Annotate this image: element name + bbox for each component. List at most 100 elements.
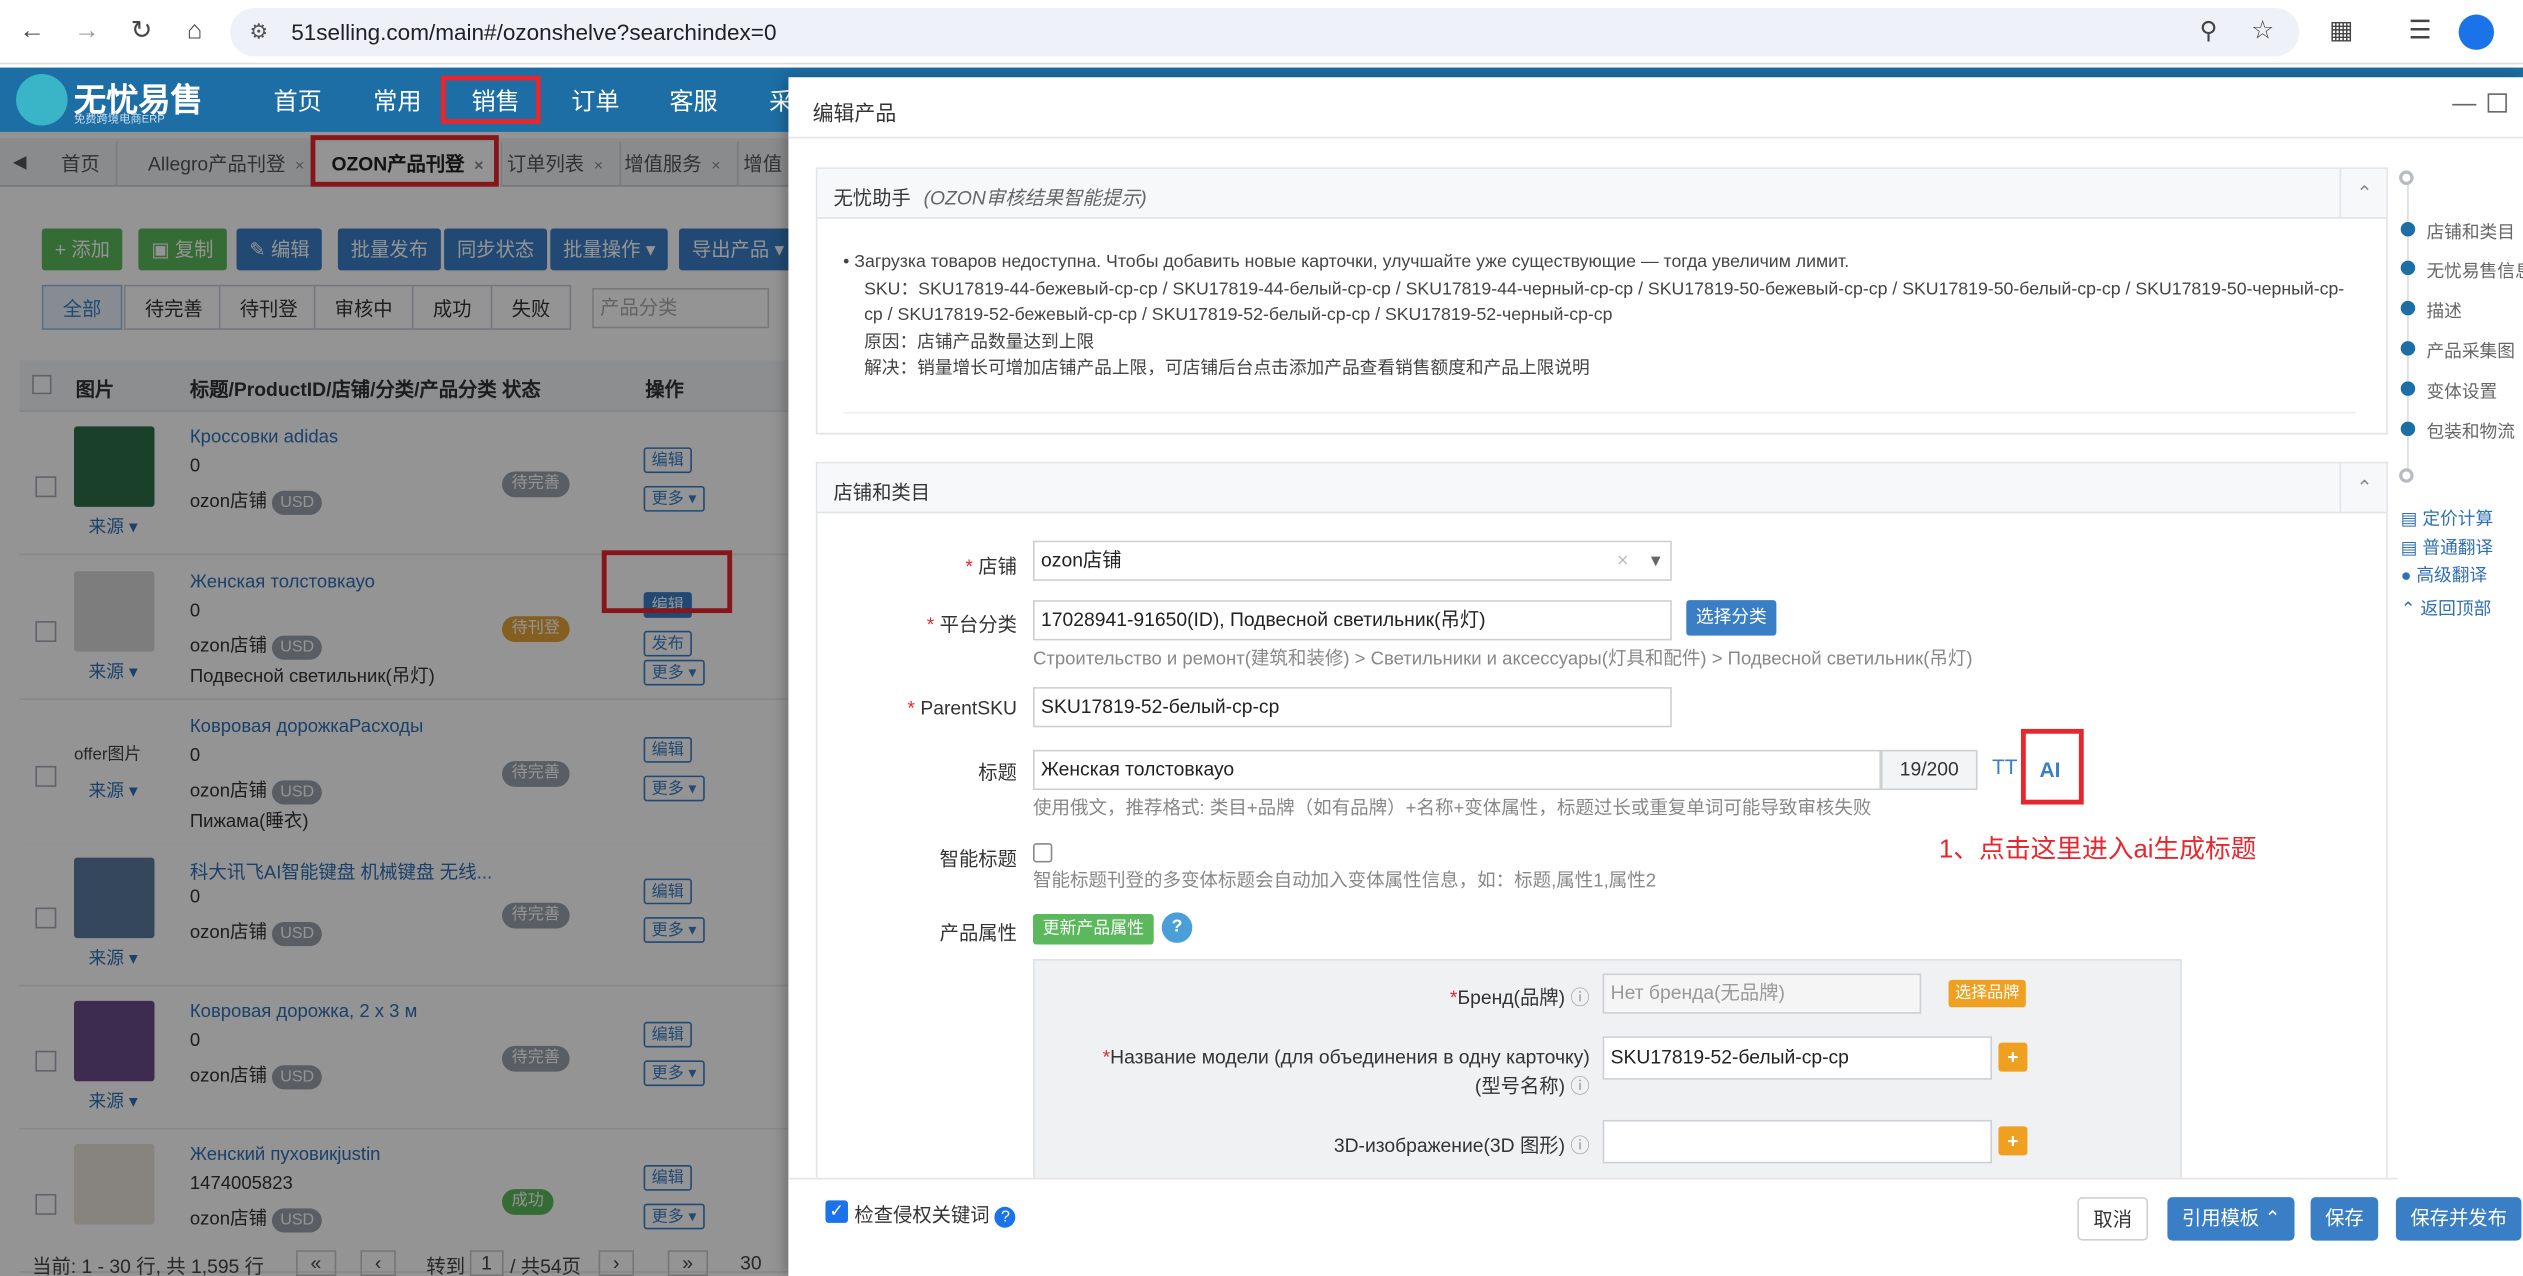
nav-packaging[interactable]: 包装和物流: [2426, 418, 2514, 444]
home-icon[interactable]: ⌂: [175, 13, 214, 52]
chat-icon: ●: [2400, 566, 2412, 586]
reload-icon[interactable]: ↻: [122, 13, 161, 52]
smart-title-hint: 智能标题刊登的多变体标题会自动加入变体属性信息，如：标题,属性1,属性2: [1033, 872, 1657, 892]
cancel-button[interactable]: 取消: [2077, 1197, 2149, 1241]
back-icon[interactable]: ←: [13, 13, 52, 52]
shop-value: ozon店铺: [1041, 548, 1122, 572]
title-tt-icon[interactable]: TT: [1992, 755, 2018, 779]
model-label-cn: (型号名称) ⓘ: [1030, 1072, 1590, 1099]
check-keywords-checkbox[interactable]: ✓: [825, 1200, 848, 1223]
title-hint: 使用俄文，推荐格式: 类目+品牌（如有品牌）+名称+变体属性，标题过长或重复单词…: [1033, 799, 1872, 820]
model-name-input[interactable]: SKU17819-52-белый-cp-cp: [1602, 1036, 1993, 1080]
template-label: 引用模板: [2181, 1206, 2260, 1230]
menu-home[interactable]: 首页: [274, 84, 322, 118]
maximize-icon[interactable]: [2487, 93, 2507, 113]
assistant-msg-text: Загрузка товаров недоступна. Чтобы добав…: [854, 252, 1850, 272]
nav-dot-top: [2399, 170, 2414, 186]
parent-sku-label: * ParentSKU: [907, 696, 1017, 720]
smart-title-label: 智能标题: [939, 847, 1017, 871]
attr-label: 产品属性: [939, 922, 1017, 945]
collapse-icon[interactable]: ⌃: [2339, 463, 2388, 514]
extensions-icon[interactable]: ▦: [2322, 13, 2361, 52]
platform-label: * 平台分类: [926, 613, 1017, 636]
brand-label-text: Бренд(品牌): [1457, 986, 1566, 1009]
select-brand-button[interactable]: 选择品牌: [1948, 979, 2026, 1008]
translate-icon: ▤: [2400, 539, 2418, 559]
help-icon[interactable]: ?: [1161, 912, 1193, 943]
nav-dot: [2400, 421, 2416, 437]
smart-title-checkbox[interactable]: [1033, 843, 1053, 863]
nav-dot: [2400, 260, 2416, 276]
platform-category-input[interactable]: 17028941-91650(ID), Подвесной светильник…: [1033, 600, 1672, 641]
title-count: 19/200: [1880, 749, 1978, 791]
menu-common[interactable]: 常用: [373, 84, 421, 118]
nav-dot: [2400, 300, 2416, 316]
logo-subtitle: 免费跨境电商ERP: [74, 114, 165, 126]
highlight-sales-menu: [440, 75, 541, 124]
img3d-label-text: 3D-изображение(3D 图形): [1333, 1134, 1566, 1157]
shop-category-title: 店铺和类目: [833, 481, 931, 504]
assistant-sku: SKU：SKU17819-44-бежевый-cp-cp / SKU17819…: [864, 279, 2345, 326]
select-category-button[interactable]: 选择分类: [1686, 600, 1777, 636]
site-info-icon[interactable]: ⚙: [249, 19, 268, 45]
nav-variants[interactable]: 变体设置: [2426, 378, 2497, 404]
browser-toolbar: ← → ↻ ⌂ ⚙ 51selling.com/main#/ozonshelve…: [0, 0, 2523, 65]
assistant-body: • Загрузка товаров недоступна. Чтобы доб…: [843, 249, 2356, 382]
nav-dot: [2400, 381, 2416, 396]
save-button[interactable]: 保存: [2310, 1197, 2379, 1241]
collapse-icon[interactable]: ⌃: [2339, 168, 2388, 219]
shop-select[interactable]: ozon店铺 × ▾: [1033, 540, 1672, 581]
forward-icon[interactable]: →: [68, 13, 107, 52]
minimize-icon[interactable]: —: [2452, 90, 2476, 117]
chevron-down-icon[interactable]: ▾: [1651, 542, 1661, 579]
shop-label-text: 店铺: [978, 555, 1017, 578]
brand-input[interactable]: Нет бренда(无品牌): [1602, 973, 1922, 1014]
add-icon[interactable]: +: [1998, 1042, 2028, 1072]
modal-overlay: [0, 131, 789, 1276]
info-icon: ⓘ: [1570, 1074, 1590, 1098]
right-nav: 店铺和类目 无忧易售信息 描述 产品采集图 变体设置 包装和物流 ▤ 定价计算 …: [2388, 154, 2523, 798]
translate-link[interactable]: ▤ 普通翻译: [2401, 534, 2493, 560]
menu-orders[interactable]: 订单: [571, 84, 619, 118]
info-icon: ⓘ: [1570, 1134, 1590, 1157]
clear-icon[interactable]: ×: [1617, 542, 1628, 579]
zoom-icon[interactable]: ⚲: [2200, 16, 2218, 45]
nav-collected-images[interactable]: 产品采集图: [2426, 338, 2514, 364]
template-button[interactable]: 引用模板 ⌃: [2167, 1197, 2296, 1241]
parent-sku-input[interactable]: SKU17819-52-белый-cp-cp: [1033, 687, 1672, 728]
shop-category-header: 店铺和类目 ⌃: [817, 463, 2388, 514]
platform-label-text: 平台分类: [939, 613, 1017, 636]
bookmark-star-icon[interactable]: ☆: [2251, 14, 2274, 46]
title-input[interactable]: Женская толстовкауо: [1033, 749, 1881, 791]
back-to-top-link[interactable]: ⌃ 返回顶部: [2401, 595, 2492, 621]
address-bar[interactable]: ⚙ 51selling.com/main#/ozonshelve?searchi…: [230, 8, 2300, 57]
calculator-icon: ▤: [2400, 510, 2418, 530]
double-chevron-up-icon: ⌃: [2400, 600, 2416, 620]
category-path: Строительство и ремонт(建筑和装修) > Светильн…: [1033, 650, 1973, 670]
save-publish-button[interactable]: 保存并发布: [2395, 1197, 2522, 1241]
profile-avatar[interactable]: [2458, 14, 2495, 50]
media-icon[interactable]: ☰: [2401, 13, 2440, 52]
advanced-translate-link[interactable]: ● 高级翻译: [2401, 562, 2487, 588]
update-attr-button[interactable]: 更新产品属性: [1033, 913, 1154, 945]
nav-dot: [2400, 222, 2416, 237]
nav-shop-category[interactable]: 店铺和类目: [2426, 219, 2514, 245]
assistant-msg: • Загрузка товаров недоступна. Чтобы доб…: [843, 252, 1850, 272]
assistant-header: 无忧助手 (OZON审核结果智能提示) ⌃: [817, 168, 2388, 219]
nav-info[interactable]: 无忧易售信息: [2426, 257, 2523, 283]
img3d-input[interactable]: [1602, 1119, 1993, 1164]
shop-label: * 店铺: [965, 555, 1017, 578]
img3d-label: 3D-изображение(3D 图形) ⓘ: [1110, 1131, 1590, 1158]
help-icon[interactable]: ?: [994, 1206, 1016, 1228]
pricing-label: 定价计算: [2422, 510, 2494, 530]
nav-description[interactable]: 描述: [2426, 298, 2461, 324]
url-text: 51selling.com/main#/ozonshelve?searchind…: [291, 19, 777, 46]
nav-dot-bottom: [2399, 468, 2414, 483]
check-keywords-text: 检查侵权关键词: [854, 1203, 990, 1227]
menu-service[interactable]: 客服: [669, 84, 717, 118]
pricing-link[interactable]: ▤ 定价计算: [2401, 505, 2493, 531]
parent-sku-label-text: ParentSKU: [920, 696, 1017, 720]
highlight-ai-button: [2020, 728, 2084, 805]
add-icon[interactable]: +: [1998, 1126, 2028, 1156]
check-keywords-label: 检查侵权关键词 ?: [854, 1200, 1016, 1228]
